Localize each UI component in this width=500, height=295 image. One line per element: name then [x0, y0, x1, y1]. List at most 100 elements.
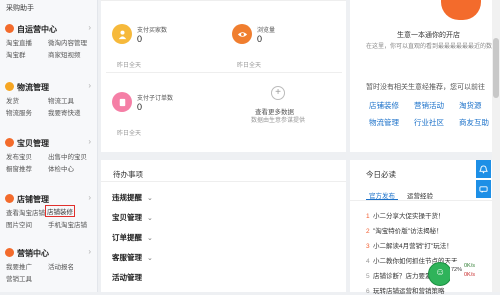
todo-item[interactable]: 违规提醒 ⌄: [112, 192, 153, 203]
sidebar-group-header[interactable]: 宝贝管理 ›: [0, 136, 97, 150]
stat-value: 0: [137, 34, 143, 44]
sidebar-group: 店铺管理 › 查看淘宝店铺 店铺装修 图片空间 手机淘宝店铺: [0, 192, 97, 230]
sidebar-row: 淘宝群 商家短视频: [0, 48, 97, 60]
sidebar-group-title: 宝贝管理: [17, 139, 49, 148]
network-widget: 0K/s 0K/s 72%: [450, 262, 492, 282]
sidebar-group: 物流管理 › 发货 物流工具物流服务 我要寄快递: [0, 80, 97, 118]
sidebar-row: 发货 物流工具: [0, 94, 97, 106]
business-link[interactable]: 行业社区: [414, 117, 444, 128]
sidebar-group-header[interactable]: 物流管理 ›: [0, 80, 97, 94]
sidebar-link[interactable]: 活动报名: [48, 261, 74, 271]
business-link[interactable]: 店铺装修: [369, 100, 399, 111]
chat-icon: [479, 185, 488, 193]
todo-item[interactable]: 订单提醒 ⌄: [112, 232, 153, 243]
business-notice: 暂时没有相关生意经推荐，您可以前往: [366, 84, 485, 91]
news-item[interactable]: 2 "淘宝特价版"访法揭秘！: [366, 225, 443, 235]
must-read-title: 今日必读: [366, 170, 396, 179]
sidebar-link[interactable]: 体检中心: [48, 163, 74, 173]
network-up: 0K/s: [464, 263, 476, 269]
bell-button[interactable]: [476, 160, 491, 178]
assistant-icon: ☺: [435, 267, 446, 278]
business-link[interactable]: 营销活动: [414, 100, 444, 111]
buyer-icon: [112, 24, 132, 44]
sidebar-link[interactable]: 物流工具: [48, 95, 74, 105]
divider: [350, 200, 492, 201]
megaphone-icon: [5, 24, 14, 33]
sidebar-link[interactable]: 橱窗推荐: [6, 163, 32, 173]
todo-item-label: 宝贝管理: [112, 213, 142, 222]
sidebar-link[interactable]: 淘宝直播: [6, 37, 32, 47]
sidebar-row: 发布宝贝 出售中的宝贝: [0, 150, 97, 162]
news-item[interactable]: 6 玩转店铺运营和营销策略: [366, 285, 445, 295]
assistant-bubble[interactable]: ☺: [428, 262, 452, 286]
divider: [106, 72, 342, 73]
business-card: [350, 0, 492, 152]
news-rank: 1: [366, 213, 370, 220]
stat-label: 支付子订单数: [137, 96, 174, 102]
truck-icon: [5, 82, 14, 91]
tab-experience[interactable]: 运营经验: [407, 190, 433, 200]
news-title: "淘宝特价版"访法揭秘！: [373, 228, 443, 235]
sidebar-row: 橱窗推荐 体检中心: [0, 162, 97, 174]
chevron-right-icon: ›: [88, 193, 91, 202]
chevron-down-icon: ⌄: [147, 255, 153, 262]
sidebar-link[interactable]: 微淘内容管理: [48, 37, 87, 47]
more-data-button[interactable]: + 查看更多数据 数据由生意参谋提供: [246, 86, 326, 126]
sidebar-row: 图片空间 手机淘宝店铺: [0, 218, 97, 230]
scrollbar-thumb[interactable]: [493, 38, 499, 98]
sidebar-group-title: 店铺管理: [17, 195, 49, 204]
network-down: 0K/s: [464, 272, 476, 278]
sidebar-group: 宝贝管理 › 发布宝贝 出售中的宝贝橱窗推荐 体检中心: [0, 136, 97, 174]
news-rank: 5: [366, 273, 370, 280]
stat-value: 0: [257, 34, 263, 44]
purchase-assistant-link[interactable]: 采购助手: [6, 3, 34, 13]
sidebar-row: 我要推广 活动报名: [0, 260, 97, 272]
todo-item-label: 违规提醒: [112, 193, 142, 202]
todo-item[interactable]: 客服管理 ⌄: [112, 252, 153, 263]
sidebar-link[interactable]: 手机淘宝店铺: [48, 219, 87, 229]
tag-icon: [5, 138, 14, 147]
sidebar-link[interactable]: 淘宝群: [6, 49, 26, 59]
sidebar-link[interactable]: 发货: [6, 95, 19, 105]
chat-button[interactable]: [476, 180, 491, 198]
todo-item[interactable]: 活动管理: [112, 272, 142, 283]
shop-icon: [5, 194, 14, 203]
sidebar-link[interactable]: 我要寄快递: [48, 107, 81, 117]
sidebar-link[interactable]: 店铺装修: [45, 205, 75, 217]
more-data-sub: 数据由生意参谋提供: [251, 118, 306, 124]
sidebar-link[interactable]: 我要推广: [6, 261, 32, 271]
business-title: 生意一本通你的开店: [397, 32, 460, 39]
sidebar-link[interactable]: 物流服务: [6, 107, 32, 117]
news-item[interactable]: 3 小二解读4月营销"打"玩法！: [366, 240, 453, 250]
sidebar-group: 营销中心 › 我要推广 活动报名营销工具: [0, 246, 97, 284]
business-link[interactable]: 商友互助: [459, 117, 489, 128]
sidebar-group-header[interactable]: 店铺管理 ›: [0, 192, 97, 206]
news-item[interactable]: 1 小二分享大促实操干货！: [366, 210, 445, 220]
coin-icon: [5, 248, 14, 257]
sidebar-link[interactable]: 图片空间: [6, 219, 32, 229]
chevron-right-icon: ›: [88, 247, 91, 256]
todo-item[interactable]: 宝贝管理 ⌄: [112, 212, 153, 223]
sidebar-row: 查看淘宝店铺 店铺装修: [0, 205, 97, 218]
sidebar-link[interactable]: 发布宝贝: [6, 151, 32, 161]
business-link[interactable]: 淘货源: [459, 100, 482, 111]
divider: [101, 0, 346, 1]
chevron-down-icon: ⌄: [147, 215, 153, 222]
sidebar-group-header[interactable]: 自运营中心 ›: [0, 22, 97, 36]
chevron-down-icon: ⌄: [147, 195, 153, 202]
sidebar-link[interactable]: 出售中的宝贝: [48, 151, 87, 161]
sidebar-link[interactable]: 商家短视频: [48, 49, 81, 59]
scrollbar[interactable]: [492, 0, 500, 292]
todo-title: 待办事项: [113, 170, 143, 179]
stat-compare: 昨日全天: [117, 131, 142, 137]
chevron-right-icon: ›: [88, 137, 91, 146]
news-rank: 3: [366, 243, 370, 250]
sidebar-link[interactable]: 查看淘宝店铺: [6, 207, 45, 217]
business-link[interactable]: 物流管理: [369, 117, 399, 128]
stat-label: 浏览量: [257, 28, 276, 34]
todo-item-label: 活动管理: [112, 273, 142, 282]
order-icon: [112, 92, 132, 112]
news-rank: 2: [366, 228, 370, 235]
sidebar-group-header[interactable]: 营销中心 ›: [0, 246, 97, 260]
sidebar-link[interactable]: 营销工具: [6, 273, 32, 283]
